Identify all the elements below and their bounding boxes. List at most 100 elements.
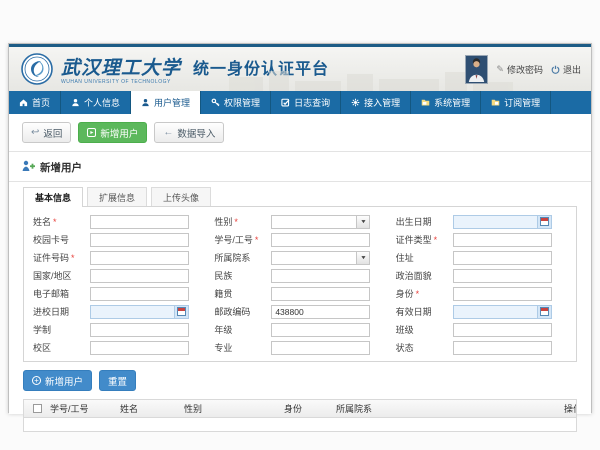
nav-item-permissions[interactable]: 权限管理 [201,91,271,114]
reset-button-label: 重置 [108,374,127,388]
section-header: 新增用户 [9,152,591,181]
add-user-toolbar-label: 新增用户 [100,126,138,140]
page-title: 新增用户 [40,160,82,175]
university-logo-icon [21,53,53,85]
form-field-campus: 校区* [28,340,209,355]
users-table-empty-row [24,418,576,431]
header: 武汉理工大学 统一身份认证平台 WUHAN UNIVERSITY OF TECH… [9,47,591,91]
text-input-address[interactable] [453,251,552,265]
datepicker-button-birth-date[interactable] [537,216,551,228]
text-input-postal-code[interactable]: 438800 [271,305,370,319]
calendar-icon [177,307,186,316]
form-field-valid-date: 有效日期* [391,304,572,319]
submit-add-user-button[interactable]: + 新增用户 [23,370,92,391]
text-input-political[interactable] [453,269,552,283]
datepicker-button-enroll-date[interactable] [174,306,188,318]
column-header-2: 姓名 [116,402,180,415]
folder-icon [421,98,430,107]
form-field-email: 电子邮箱* [28,286,209,301]
nav-item-logs[interactable]: 日志查询 [271,91,341,114]
data-import-label: 数据导入 [177,126,215,140]
plus-circle-icon: + [32,376,41,385]
nav-item-system[interactable]: 系统管理 [411,91,481,114]
form-actions: + 新增用户 重置 [23,370,577,391]
import-arrow-icon: ← [163,128,173,138]
text-input-email[interactable] [90,287,189,301]
logout-link[interactable]: 退出 [551,63,581,76]
section-divider [9,181,591,182]
text-input-class[interactable] [453,323,552,337]
book-icon [491,98,500,107]
text-input-major[interactable] [271,341,370,355]
datepicker-button-valid-date[interactable] [537,306,551,318]
back-button-label: 返回 [43,126,62,140]
dropdown-button-gender[interactable]: ▼ [356,216,369,228]
add-user-toolbar-button[interactable]: ▸ 新增用户 [78,122,147,143]
form-field-address: 住址* [391,250,572,265]
form-panel: 姓名* 性别* ▼ 出生日期* 校园卡号* 学号/工号* 证件类型* [23,206,577,362]
date-input-birth-date[interactable] [453,215,552,229]
form-field-id-type: 证件类型* [391,232,572,247]
nav-item-profile[interactable]: 个人信息 [61,91,131,114]
calendar-icon [540,217,549,226]
select-input-department[interactable]: ▼ [271,251,370,265]
text-input-native-place[interactable] [271,287,370,301]
text-input-ethnicity[interactable] [271,269,370,283]
form-field-id-number: 证件号码* [28,250,209,265]
main-nav: 首页 个人信息 用户管理 权限管理 日志查询 接入管理 系统管理 订阅管理 [9,91,591,114]
tab-basic-info[interactable]: 基本信息 [23,187,83,207]
dropdown-button-department[interactable]: ▼ [356,252,369,264]
form-field-study-length: 学制* [28,322,209,337]
back-arrow-icon: ↩ [31,128,39,138]
text-input-study-length[interactable] [90,323,189,337]
add-user-section-icon [22,158,35,176]
gear-icon [351,98,360,107]
select-all-checkbox[interactable] [33,404,42,413]
data-import-button[interactable]: ← 数据导入 [154,122,224,143]
form-field-ethnicity: 民族* [209,268,390,283]
select-input-gender[interactable]: ▼ [271,215,370,229]
form-field-country: 国家/地区* [28,268,209,283]
column-header-1: 学号/工号 [46,402,116,415]
text-input-student-id[interactable] [271,233,370,247]
person-icon [71,98,80,107]
tab-extended-info[interactable]: 扩展信息 [87,187,147,206]
power-icon [551,65,560,74]
select-all-cell [24,404,46,413]
reset-button[interactable]: 重置 [99,370,136,391]
tab-upload-avatar[interactable]: 上传头像 [151,187,211,206]
text-input-id-type[interactable] [453,233,552,247]
user-icon [141,98,150,107]
change-password-label: 修改密码 [507,63,543,76]
key-icon [211,98,220,107]
form-tabs: 基本信息扩展信息上传头像 [23,187,577,206]
text-input-campus[interactable] [90,341,189,355]
text-input-id-number[interactable] [90,251,189,265]
text-input-country[interactable] [90,269,189,283]
text-input-grade[interactable] [271,323,370,337]
date-input-valid-date[interactable] [453,305,552,319]
calendar-icon [540,307,549,316]
text-input-campus-card[interactable] [90,233,189,247]
date-input-enroll-date[interactable] [90,305,189,319]
text-input-name[interactable] [90,215,189,229]
content-area: ↩ 返回 ▸ 新增用户 ← 数据导入 新增用户 [9,114,591,414]
back-button[interactable]: ↩ 返回 [22,122,71,143]
new-user-form: 姓名* 性别* ▼ 出生日期* 校园卡号* 学号/工号* 证件类型* [28,214,572,355]
form-field-native-place: 籍贯* [209,286,390,301]
form-field-major: 专业* [209,340,390,355]
users-table-header: 学号/工号姓名性别身份所属院系操作 [24,400,576,418]
user-box: ✎ 修改密码 退出 [465,47,581,91]
logout-label: 退出 [563,63,581,76]
change-password-link[interactable]: ✎ 修改密码 [496,63,543,76]
form-field-birth-date: 出生日期* [391,214,572,229]
nav-item-subscription[interactable]: 订阅管理 [481,91,551,114]
form-field-department: 所属院系* ▼ [209,250,390,265]
university-name: 武汉理工大学 [61,53,181,80]
form-field-student-id: 学号/工号* [209,232,390,247]
nav-item-access[interactable]: 接入管理 [341,91,411,114]
nav-item-users[interactable]: 用户管理 [131,91,201,114]
nav-item-home[interactable]: 首页 [9,91,61,114]
text-input-identity[interactable] [453,287,552,301]
text-input-status[interactable] [453,341,552,355]
